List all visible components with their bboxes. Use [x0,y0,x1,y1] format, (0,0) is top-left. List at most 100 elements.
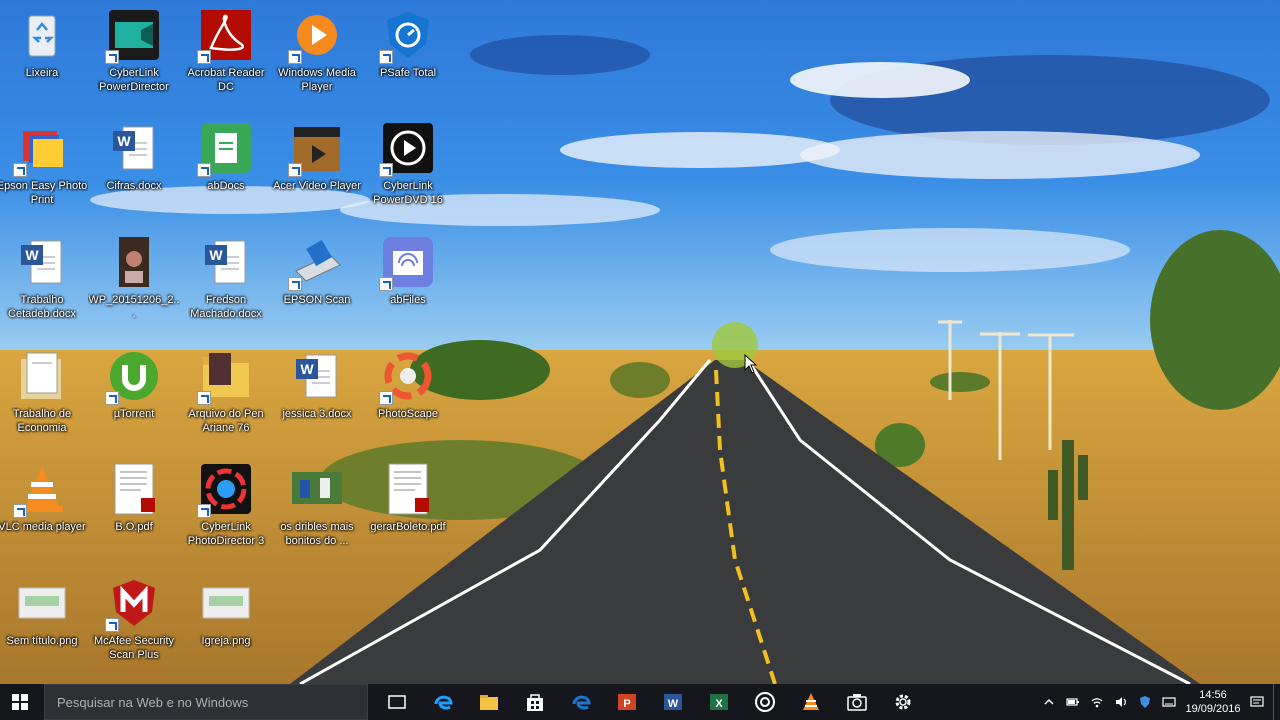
desktop-icon[interactable]: Sem título.png [0,572,88,684]
clock[interactable]: 14:56 19/09/2016 [1181,688,1245,716]
desktop-icon[interactable]: Windows Media Player [271,4,363,116]
desktop-icon[interactable]: Acrobat Reader DC [180,4,272,116]
shortcut-arrow-icon [13,504,27,518]
desktop-icon[interactable]: Igreja.png [180,572,272,684]
vlc-icon [13,462,69,518]
desktop-icon[interactable]: Arquivo do Pen Ariane 76 [180,345,272,457]
desktop-icon[interactable]: CyberLink PowerDirector [88,4,180,116]
desktop-icon[interactable]: PSafe Total [362,4,454,116]
keyboard-tray-button[interactable] [1157,684,1181,720]
svg-text:W: W [300,361,314,377]
desktop-icon-label: gerarBoleto.pdf [370,521,446,533]
task-view-taskbar-button[interactable] [374,684,420,720]
desktop-icon[interactable]: abFiles [362,231,454,343]
shortcut-arrow-icon [288,50,302,64]
desktop-icon-label: abFiles [390,294,426,306]
desktop-icon-label: abDocs [207,180,245,192]
desktop-icon[interactable]: µTorrent [88,345,180,457]
desktop-icon-label: Acrobat Reader DC [187,67,265,93]
wifi-tray-button[interactable] [1085,684,1109,720]
video-thumbnail-icon [290,462,344,516]
desktop-icon[interactable]: McAfee Security Scan Plus [88,572,180,684]
word-document-icon: W [107,121,161,175]
action-center-button[interactable] [1245,684,1269,720]
powerpoint-taskbar-button[interactable]: P [604,684,650,720]
shortcut-arrow-icon [379,163,393,177]
excel-taskbar-button[interactable]: X [696,684,742,720]
clock-time: 14:56 [1199,689,1227,701]
file-explorer-icon [480,695,498,710]
shortcut-arrow-icon [197,391,211,405]
edge-taskbar-button[interactable] [420,684,466,720]
file-explorer-taskbar-button[interactable] [466,684,512,720]
search-input[interactable] [55,693,359,711]
acer-video-player-icon [288,121,344,177]
desktop-icon[interactable]: W Cifras.docx [88,117,180,229]
shortcut-arrow-icon [105,618,119,632]
word-taskbar-button[interactable]: W [650,684,696,720]
photoscape-icon [379,349,435,405]
shortcut-arrow-icon [105,391,119,405]
psafe-total-icon [379,8,435,64]
desktop-icon[interactable]: Acer Video Player [271,117,363,229]
store-icon [527,694,543,711]
desktop-icon[interactable]: gerarBoleto.pdf [362,458,454,570]
security-shield-tray-button[interactable] [1133,684,1157,720]
desktop-icon[interactable]: Epson Easy Photo Print [0,117,88,229]
abdocs-icon [197,121,253,177]
desktop-icon[interactable]: WP_20151206_2... [88,231,180,343]
desktop-icon-label: CyberLink PowerDirector [99,67,169,93]
camera-taskbar-button[interactable] [834,684,880,720]
desktop-icon-label: Arquivo do Pen Ariane 76 [188,408,264,434]
desktop-icon[interactable]: Lixeira [0,4,88,116]
desktop-icon[interactable]: B.O.pdf [88,458,180,570]
word-icon: W [664,694,682,710]
desktop-icon-label: CyberLink PhotoDirector 3 [187,521,265,547]
security-shield-icon [1140,696,1150,708]
show-desktop-button[interactable] [1273,684,1280,720]
battery-icon [1066,698,1079,706]
volume-tray-button[interactable] [1109,684,1133,720]
pdf-document-icon [107,462,161,516]
svg-text:W: W [668,698,679,710]
store-taskbar-button[interactable] [512,684,558,720]
desktop-icon[interactable]: W Trabalho Cetadeb.docx [0,231,88,343]
desktop-icon[interactable]: PhotoScape [362,345,454,457]
desktop-icon[interactable]: VLC media player [0,458,88,570]
svg-text:W: W [209,247,223,263]
groove-taskbar-button[interactable] [742,684,788,720]
search-box[interactable] [44,684,368,720]
desktop-icon[interactable]: W Fredson Machado.docx [180,231,272,343]
start-button[interactable] [0,684,40,720]
pdf-document-icon [381,462,435,516]
desktop-icon[interactable]: Trabalho de Economia [0,345,88,457]
recycle-bin-icon [15,8,69,62]
chevron-up-icon [1044,698,1054,705]
vlc-icon [803,693,819,710]
desktop-icon[interactable]: os dribles mais bonitos do ... [271,458,363,570]
settings-taskbar-button[interactable] [880,684,926,720]
abfiles-icon [379,235,435,291]
image-file-icon [199,576,253,630]
edge-blue-taskbar-button[interactable] [558,684,604,720]
chevron-up-tray-button[interactable] [1037,684,1061,720]
shortcut-arrow-icon [288,163,302,177]
image-file-icon [15,576,69,630]
battery-tray-button[interactable] [1061,684,1085,720]
vlc-taskbar-button[interactable] [788,684,834,720]
desktop-icon-label: Lixeira [25,67,59,79]
desktop-icon[interactable]: CyberLink PhotoDirector 3 [180,458,272,570]
desktop-icon-label: PhotoScape [378,408,438,420]
desktop-icon-label: EPSON Scan [283,294,351,306]
shortcut-arrow-icon [197,504,211,518]
folder-document-icon [15,349,69,403]
desktop-icon[interactable]: Wjessica 3.docx [271,345,363,457]
desktop-icon[interactable]: abDocs [180,117,272,229]
desktop-icon[interactable]: CyberLink PowerDVD 16 [362,117,454,229]
desktop-icon-label: Cifras.docx [106,180,162,192]
system-tray: 14:56 19/09/2016 [1037,684,1280,720]
utorrent-icon [105,349,161,405]
desktop-icon[interactable]: EPSON Scan [271,231,363,343]
desktop-icon-label: jessica 3.docx [282,408,352,420]
edge-icon [434,695,453,710]
